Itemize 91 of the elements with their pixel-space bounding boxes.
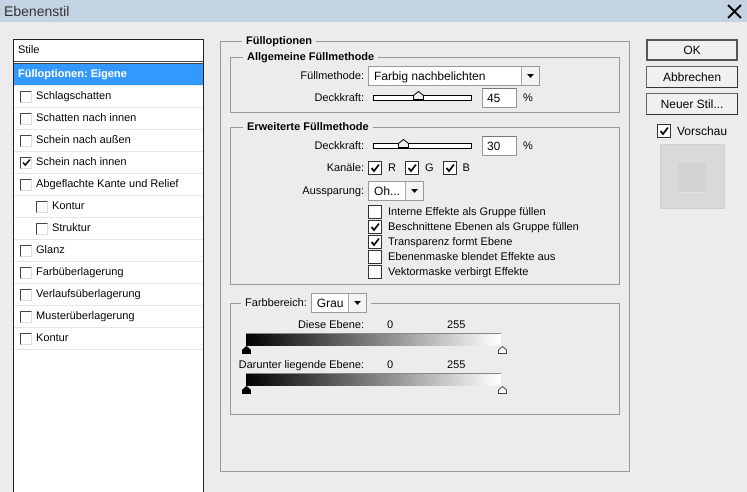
group-title: Fülloptionen bbox=[245, 35, 313, 47]
checkbox[interactable] bbox=[20, 178, 32, 190]
channel-label: R bbox=[388, 162, 396, 174]
range-handle[interactable] bbox=[242, 386, 251, 394]
caret-icon bbox=[411, 189, 418, 193]
checkbox[interactable] bbox=[36, 222, 48, 234]
style-item[interactable]: Schein nach innen bbox=[14, 152, 203, 174]
style-label: Kontur bbox=[36, 331, 68, 346]
opacity-input[interactable]: 30 bbox=[482, 136, 517, 156]
preview-label: Vorschau bbox=[676, 124, 728, 138]
checkbox[interactable] bbox=[20, 310, 32, 322]
style-label: Farbüberlagerung bbox=[36, 265, 124, 280]
option-label: Interne Effekte als Gruppe füllen bbox=[388, 206, 546, 218]
style-item[interactable]: Schein nach außen bbox=[14, 130, 203, 152]
slider-thumb[interactable] bbox=[398, 138, 410, 148]
caret-icon bbox=[527, 74, 534, 78]
dialog-button[interactable]: OK bbox=[646, 39, 738, 61]
checkbox[interactable] bbox=[20, 90, 32, 102]
range-label: Diese Ebene: bbox=[296, 319, 364, 331]
slider-thumb[interactable] bbox=[412, 90, 424, 100]
style-label: Schlagschatten bbox=[36, 89, 112, 104]
style-label: Kontur bbox=[52, 199, 84, 214]
style-item[interactable]: Musterüberlagerung bbox=[14, 306, 203, 328]
style-item[interactable]: Farbüberlagerung bbox=[14, 262, 203, 284]
field-label: Farbbereich: bbox=[245, 297, 307, 309]
range-label: Darunter liegende Ebene: bbox=[238, 359, 364, 371]
window-title: Ebenenstil bbox=[4, 3, 70, 19]
group-title: Allgemeine Füllmethode bbox=[246, 51, 376, 63]
blend-if-dropdown[interactable]: Grau bbox=[310, 293, 368, 313]
style-label: Struktur bbox=[52, 221, 91, 236]
style-item[interactable]: Verlaufsüberlagerung bbox=[14, 284, 203, 306]
unit-label: % bbox=[523, 92, 533, 104]
checkbox[interactable] bbox=[656, 124, 671, 138]
style-item[interactable]: Abgeflachte Kante und Relief bbox=[14, 174, 203, 196]
checkbox[interactable] bbox=[368, 161, 382, 175]
field-label: Deckkraft: bbox=[313, 92, 364, 104]
checkbox[interactable] bbox=[442, 161, 457, 175]
range-value: 0 bbox=[387, 359, 394, 371]
checkbox[interactable] bbox=[368, 250, 382, 264]
range-value: 0 bbox=[387, 319, 394, 331]
field-label: Deckkraft: bbox=[313, 140, 364, 152]
option-label: Transparenz formt Ebene bbox=[388, 236, 512, 248]
checkbox[interactable] bbox=[20, 266, 32, 278]
close-icon[interactable] bbox=[727, 4, 742, 18]
checkbox[interactable] bbox=[368, 204, 382, 218]
field-label: Aussparung: bbox=[301, 185, 364, 197]
preview-swatch bbox=[660, 144, 724, 209]
style-item[interactable]: Glanz bbox=[14, 240, 203, 262]
dialog-button[interactable]: Abbrechen bbox=[646, 66, 738, 88]
style-label: Schein nach außen bbox=[36, 133, 131, 148]
checkbox[interactable] bbox=[20, 134, 32, 146]
option-label: Beschnittene Ebenen als Gruppe füllen bbox=[388, 220, 579, 232]
field-label: Füllmethode: bbox=[299, 70, 364, 82]
range-handle[interactable] bbox=[498, 346, 507, 354]
style-label: Schein nach innen bbox=[36, 155, 127, 170]
style-label: Musterüberlagerung bbox=[36, 309, 134, 324]
range-value: 255 bbox=[447, 359, 466, 371]
option-label: Ebenenmaske blendet Effekte aus bbox=[388, 250, 556, 262]
checkbox[interactable] bbox=[368, 264, 382, 278]
checkbox[interactable] bbox=[36, 200, 48, 212]
range-handle[interactable] bbox=[242, 346, 251, 354]
caret-icon bbox=[354, 301, 362, 305]
unit-label: % bbox=[523, 140, 533, 152]
style-label: Glanz bbox=[36, 243, 65, 258]
style-item[interactable]: Kontur bbox=[14, 196, 203, 218]
group-title: Erweiterte Füllmethode bbox=[246, 121, 370, 133]
field-label: Kanäle: bbox=[326, 162, 364, 174]
style-item[interactable]: Schatten nach innen bbox=[14, 108, 203, 130]
checkbox[interactable] bbox=[20, 332, 32, 344]
checkbox[interactable] bbox=[20, 288, 32, 300]
style-item[interactable]: Kontur bbox=[14, 328, 203, 350]
checkbox[interactable] bbox=[368, 234, 382, 248]
knockout-dropdown[interactable]: Oh... bbox=[368, 181, 424, 201]
checkbox[interactable] bbox=[20, 244, 32, 256]
channel-label: B bbox=[462, 162, 470, 174]
checkbox[interactable] bbox=[404, 161, 419, 175]
style-label: Schatten nach innen bbox=[36, 111, 136, 126]
checkbox[interactable] bbox=[20, 112, 32, 124]
style-item[interactable]: Struktur bbox=[14, 218, 203, 240]
dialog-button[interactable]: Neuer Stil... bbox=[646, 93, 738, 115]
style-label: Abgeflachte Kante und Relief bbox=[36, 177, 178, 192]
checkbox[interactable] bbox=[368, 220, 382, 234]
range-handle[interactable] bbox=[498, 386, 507, 394]
range-value: 255 bbox=[447, 319, 466, 331]
style-item[interactable]: Schlagschatten bbox=[14, 86, 203, 108]
style-label: Verlaufsüberlagerung bbox=[36, 287, 141, 302]
blend-mode-dropdown[interactable]: Farbig nachbelichten bbox=[368, 66, 540, 86]
checkbox[interactable] bbox=[20, 156, 32, 168]
channel-label: G bbox=[424, 162, 434, 174]
opacity-input[interactable]: 45 bbox=[482, 88, 517, 108]
option-label: Vektormaske verbirgt Effekte bbox=[388, 266, 528, 278]
